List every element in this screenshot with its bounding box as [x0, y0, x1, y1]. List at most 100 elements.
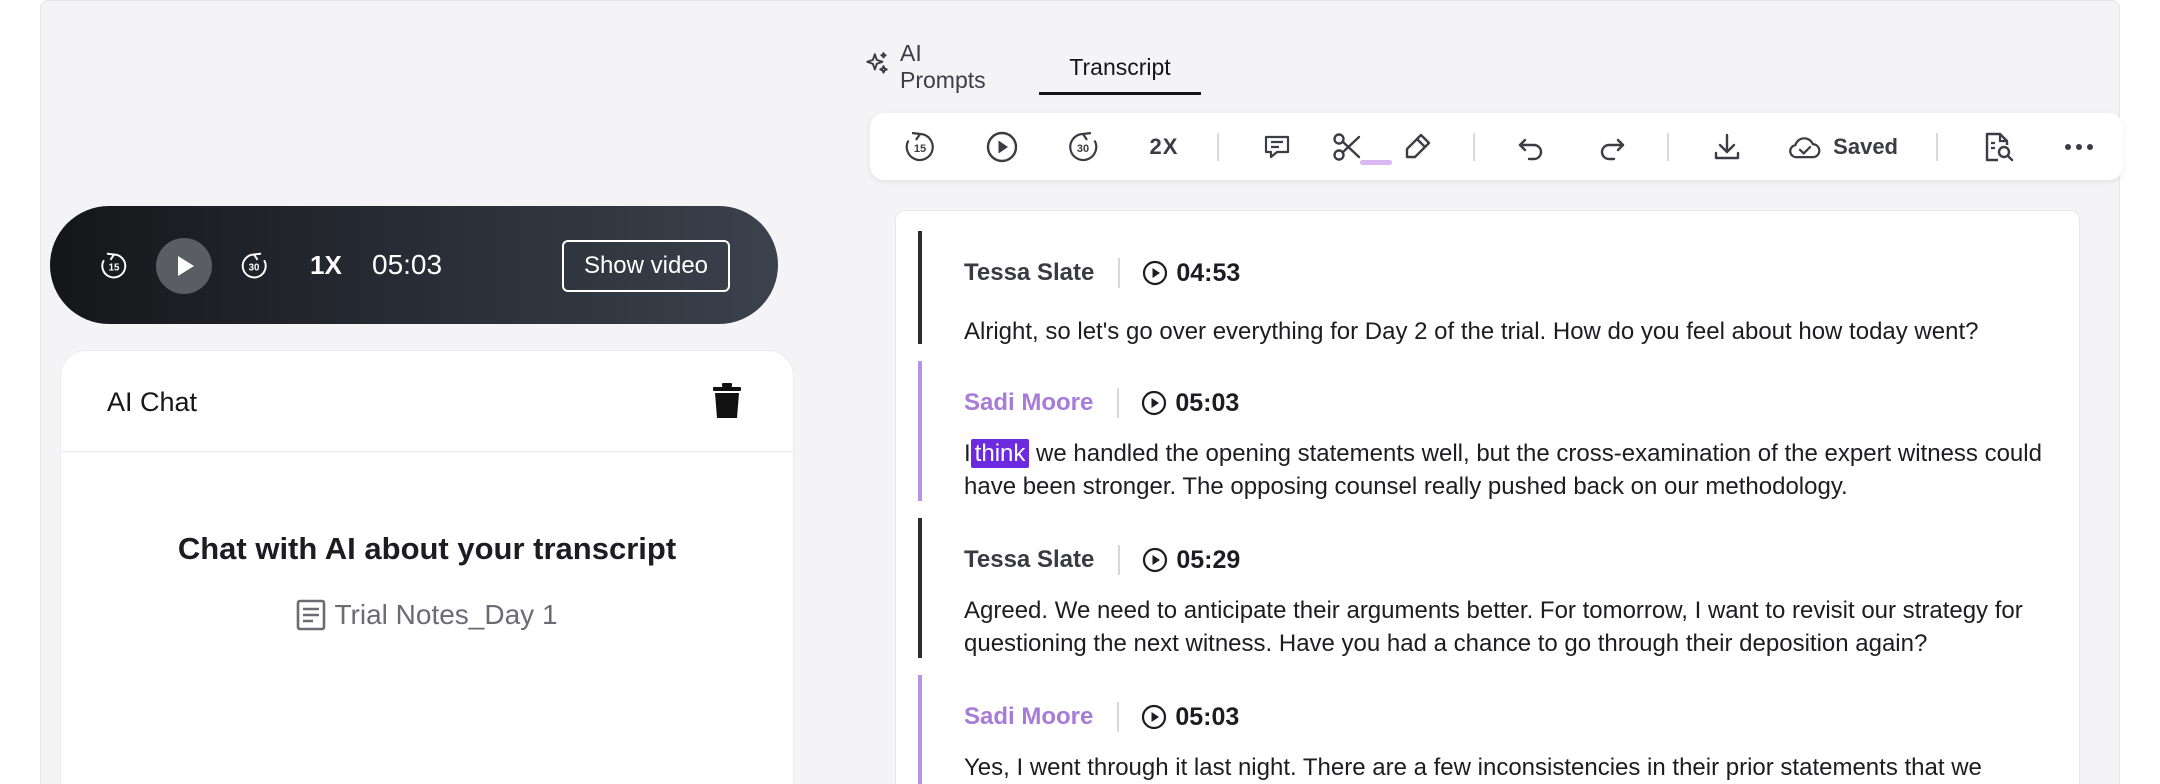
entry-header: Sadi Moore 05:03 — [964, 697, 1239, 737]
toolbar-divider — [1936, 133, 1938, 161]
timestamp[interactable]: 05:03 — [1141, 703, 1239, 732]
highlighter-icon — [1405, 133, 1431, 158]
redo-icon — [1600, 138, 1625, 160]
ai-chat-panel: AI Chat Chat with AI about your transcri… — [60, 350, 794, 784]
undo-icon — [1518, 138, 1543, 160]
rewind-15-icon: 15 — [101, 252, 127, 279]
entry-header: Sadi Moore 05:03 — [964, 383, 1239, 423]
chat-source-file-name: Trial Notes_Day 1 — [334, 599, 558, 630]
timestamp[interactable]: 04:53 — [1142, 259, 1240, 288]
tab-ai-prompts-label: AI Prompts — [900, 40, 986, 93]
entry-text-rest: we handled the opening statements well, … — [964, 440, 2042, 500]
comment-icon — [1264, 135, 1290, 158]
forward-30-button[interactable]: 30 — [1059, 113, 1107, 180]
entry-text[interactable]: Agreed. We need to anticipate their argu… — [964, 594, 2064, 660]
svg-text:15: 15 — [109, 262, 120, 273]
entry-text[interactable]: Alright, so let's go over everything for… — [964, 315, 2064, 348]
speaker-bar — [918, 231, 922, 344]
forward-30-icon: 30 — [241, 252, 267, 279]
highlight-button[interactable] — [1393, 113, 1441, 180]
download-button[interactable] — [1703, 113, 1751, 180]
speaker-name[interactable]: Sadi Moore — [964, 389, 1093, 417]
highlighted-word[interactable]: think — [970, 439, 1030, 468]
svg-text:30: 30 — [249, 262, 260, 273]
player-forward-30-button[interactable]: 30 — [238, 250, 270, 282]
cut-button[interactable] — [1323, 113, 1371, 180]
clear-chat-button[interactable] — [709, 381, 745, 421]
timestamp-label: 05:03 — [1175, 702, 1240, 731]
svg-text:15: 15 — [914, 143, 926, 155]
ai-chat-empty-heading: Chat with AI about your transcript — [177, 531, 677, 566]
scissors-icon — [1333, 132, 1361, 161]
saved-status[interactable]: Saved — [1788, 113, 1898, 180]
play-icon — [178, 256, 194, 276]
audio-player: 15 30 1X 05:03 Show video — [50, 206, 778, 324]
show-video-button[interactable]: Show video — [562, 240, 730, 292]
play-circle-icon — [1143, 547, 1168, 573]
rewind-15-button[interactable]: 15 — [896, 113, 944, 180]
add-comment-button[interactable] — [1253, 113, 1301, 180]
forward-30-icon: 30 — [1069, 131, 1098, 161]
file-search-icon — [1985, 132, 2014, 161]
player-play-button[interactable] — [156, 238, 212, 294]
ai-chat-title: AI Chat — [107, 387, 198, 417]
saved-label: Saved — [1833, 133, 1898, 159]
transcript-entry[interactable]: Sadi Moore 05:03 Yes, I went through it … — [918, 675, 2068, 784]
cloud-check-icon — [1789, 136, 1821, 158]
play-button[interactable] — [978, 113, 1026, 180]
tab-transcript[interactable]: Transcript — [1039, 39, 1201, 95]
tab-transcript-label: Transcript — [1069, 53, 1171, 80]
speaker-bar — [918, 361, 922, 501]
play-circle-icon — [1143, 260, 1168, 286]
header-divider — [1118, 545, 1121, 575]
speaker-name[interactable]: Tessa Slate — [964, 259, 1094, 287]
download-icon — [1714, 133, 1740, 159]
timestamp-label: 05:29 — [1176, 545, 1241, 574]
header-divider — [1117, 388, 1120, 418]
entry-text-start: I — [964, 440, 971, 467]
more-options-button[interactable] — [2055, 113, 2103, 180]
transcript-entry[interactable]: Sadi Moore 05:03 Ithink we handled the o… — [918, 361, 2068, 501]
play-icon — [986, 131, 1018, 162]
tab-ai-prompts[interactable]: AI Prompts — [864, 39, 986, 95]
play-circle-icon — [1142, 390, 1167, 416]
chat-source-file: Trial Notes_Day 1 — [61, 599, 793, 631]
timestamp-label: 05:03 — [1175, 388, 1240, 417]
timestamp-label: 04:53 — [1176, 258, 1241, 287]
entry-header: Tessa Slate 05:29 — [964, 540, 1240, 580]
speaker-bar — [918, 518, 922, 658]
timestamp[interactable]: 05:29 — [1142, 546, 1240, 575]
player-current-time: 05:03 — [372, 249, 443, 280]
transcript-panel: Tessa Slate 04:53 Alright, so let's go o… — [895, 210, 2080, 784]
rewind-15-icon: 15 — [905, 131, 934, 161]
playback-speed-button[interactable]: 2X — [1140, 113, 1188, 180]
play-circle-icon — [1142, 704, 1167, 730]
player-speed-button[interactable]: 1X — [310, 244, 342, 286]
more-horizontal-icon — [2065, 143, 2093, 150]
timestamp[interactable]: 05:03 — [1141, 389, 1239, 418]
entry-text[interactable]: Ithink we handled the opening statements… — [964, 437, 2064, 503]
speaker-name[interactable]: Tessa Slate — [964, 546, 1094, 574]
ai-chat-header: AI Chat — [61, 351, 793, 452]
sparkle-icon — [864, 51, 890, 83]
highlight-color-indicator — [1360, 160, 1392, 165]
transcript-entry[interactable]: Tessa Slate 04:53 Alright, so let's go o… — [918, 231, 2068, 345]
speaker-name[interactable]: Sadi Moore — [964, 703, 1093, 731]
toolbar-divider — [1667, 133, 1669, 161]
entry-text[interactable]: Yes, I went through it last night. There… — [964, 751, 2064, 784]
trash-icon — [713, 383, 741, 418]
svg-text:30: 30 — [1077, 143, 1089, 155]
search-transcript-button[interactable] — [1974, 113, 2022, 180]
redo-button[interactable] — [1588, 113, 1636, 180]
toolbar-divider — [1217, 133, 1219, 161]
speaker-bar — [918, 675, 922, 784]
transcript-entry[interactable]: Tessa Slate 05:29 Agreed. We need to ant… — [918, 518, 2068, 658]
player-rewind-15-button[interactable]: 15 — [98, 250, 130, 282]
undo-button[interactable] — [1507, 113, 1555, 180]
toolbar-divider — [1473, 133, 1475, 161]
document-icon — [297, 599, 326, 631]
header-divider — [1118, 258, 1121, 288]
entry-header: Tessa Slate 04:53 — [964, 253, 1240, 293]
transcript-toolbar: 15 30 2X Saved — [870, 113, 2123, 180]
header-divider — [1117, 702, 1120, 732]
